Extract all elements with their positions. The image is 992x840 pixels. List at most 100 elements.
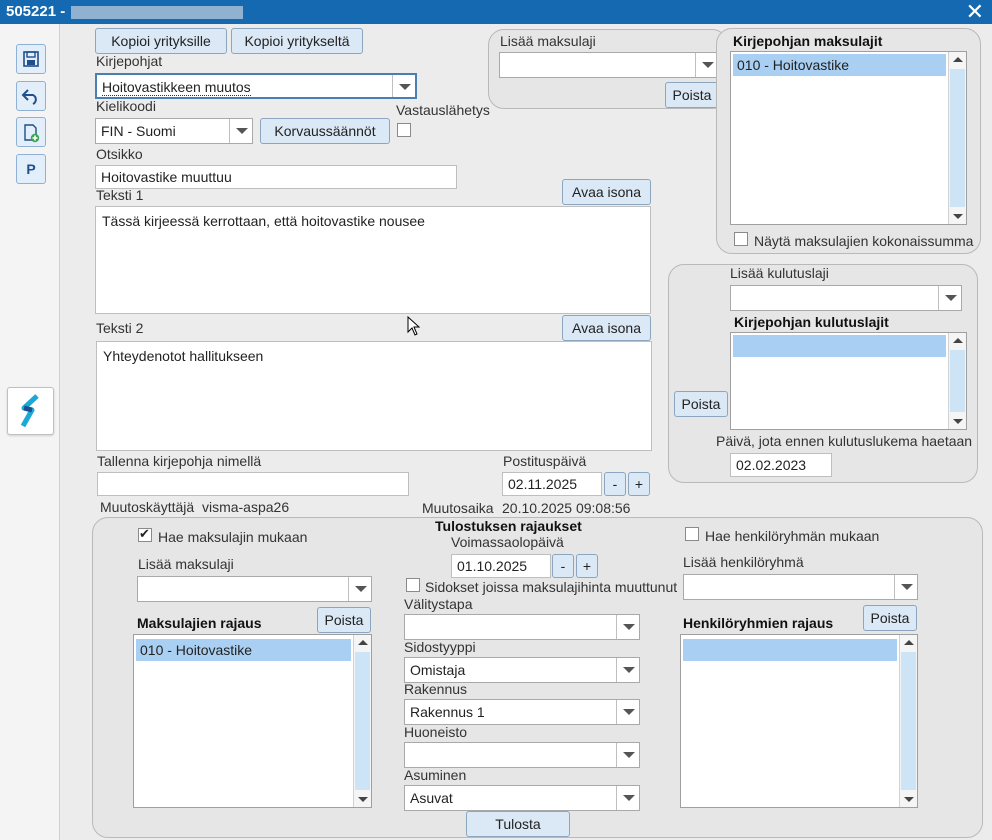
- korvaussaannot-button[interactable]: Korvaussäännöt: [260, 118, 390, 144]
- scroll-thumb[interactable]: [950, 350, 965, 412]
- consumption-date-input[interactable]: 02.02.2023: [730, 453, 832, 477]
- payment-limit-title: Maksulajien rajaus: [137, 615, 262, 631]
- list-item[interactable]: [683, 639, 897, 661]
- chevron-down-icon[interactable]: [392, 75, 415, 97]
- muutosaika-label: Muutosaika: [422, 500, 494, 516]
- template-consumption-title: Kirjepohjan kulutuslajit: [734, 314, 889, 330]
- add-payment-type-select[interactable]: [499, 52, 719, 78]
- sidostyyppi-select[interactable]: Omistaja: [404, 657, 640, 683]
- muutoskayttaja-label: Muutoskäyttäjä visma-aspa26: [100, 499, 290, 515]
- print-button[interactable]: Tulosta: [466, 811, 570, 837]
- validity-plus-button[interactable]: +: [576, 554, 598, 578]
- scroll-down-icon[interactable]: [354, 791, 372, 807]
- validity-date-input[interactable]: 01.10.2025: [451, 554, 551, 578]
- p-button[interactable]: P: [16, 154, 46, 184]
- muutosaika-value: 20.10.2025 09:08:56: [502, 500, 631, 516]
- remove-group-button[interactable]: Poista: [863, 605, 917, 631]
- show-totals-checkbox[interactable]: [734, 232, 748, 246]
- scrollbar[interactable]: [899, 635, 917, 807]
- add-payment-limit-select[interactable]: [137, 576, 372, 602]
- add-consumption-select[interactable]: [730, 285, 962, 311]
- kirjepohjat-select[interactable]: Hoitovastikkeen muutos: [95, 73, 417, 99]
- muutoskayttaja-value: visma-aspa26: [201, 499, 290, 515]
- main-content: Kopioi yrityksille Kopioi yritykseltä Ki…: [61, 24, 992, 840]
- scroll-up-icon[interactable]: [949, 333, 967, 349]
- scroll-down-icon[interactable]: [949, 208, 967, 224]
- kielikoodi-select[interactable]: FIN - Suomi: [95, 118, 253, 144]
- teksti1-textarea[interactable]: Tässä kirjeessä kerrottaan, että hoitova…: [95, 206, 651, 314]
- remove-payment-type-button[interactable]: Poista: [665, 82, 719, 108]
- chevron-down-icon[interactable]: [229, 119, 252, 143]
- otsikko-input[interactable]: Hoitovastike muuttuu: [95, 165, 457, 189]
- add-group-label: Lisää henkilöryhmä: [683, 554, 804, 570]
- add-payment-limit-label: Lisää maksulaji: [138, 556, 234, 572]
- save-button[interactable]: [16, 44, 46, 74]
- consumption-date-label: Päivä, jota ennen kulutuslukema haetaan: [716, 433, 973, 449]
- valitystapa-select[interactable]: [404, 614, 640, 640]
- template-payment-types-title: Kirjepohjan maksulajit: [733, 33, 883, 49]
- scroll-thumb[interactable]: [355, 652, 370, 790]
- scroll-up-icon[interactable]: [949, 52, 967, 68]
- new-document-icon: [24, 124, 40, 143]
- remove-consumption-button[interactable]: Poista: [674, 391, 728, 417]
- vastauslahetys-checkbox[interactable]: [397, 123, 411, 137]
- window-title: 505221 -: [6, 3, 244, 20]
- chevron-down-icon[interactable]: [695, 53, 718, 77]
- postituspaiva-minus-button[interactable]: -: [604, 472, 626, 496]
- valitystapa-label: Välitystapa: [404, 596, 473, 612]
- price-changed-checkbox[interactable]: [406, 578, 420, 592]
- title-bar: 505221 - ✕: [0, 0, 992, 24]
- huoneisto-label: Huoneisto: [404, 724, 468, 740]
- chevron-down-icon[interactable]: [894, 575, 917, 599]
- payment-limit-list[interactable]: 010 - Hoitovastike: [133, 634, 372, 808]
- asuminen-select[interactable]: Asuvat: [404, 785, 640, 811]
- scroll-thumb[interactable]: [950, 69, 965, 207]
- add-payment-type-label: Lisää maksulaji: [500, 33, 596, 49]
- list-item[interactable]: 010 - Hoitovastike: [136, 639, 351, 661]
- close-icon[interactable]: ✕: [966, 0, 984, 24]
- search-by-payment-checkbox[interactable]: [138, 526, 152, 542]
- chevron-down-icon[interactable]: [616, 615, 639, 639]
- new-document-button[interactable]: [16, 117, 46, 147]
- scroll-down-icon[interactable]: [900, 791, 918, 807]
- teksti2-textarea[interactable]: Yhteydenotot hallitukseen: [96, 341, 652, 451]
- scroll-thumb[interactable]: [901, 652, 916, 790]
- chevron-down-icon[interactable]: [616, 658, 639, 682]
- rakennus-select[interactable]: Rakennus 1: [404, 699, 640, 725]
- open-large-teksti1-button[interactable]: Avaa isona: [562, 179, 651, 205]
- search-by-group-checkbox[interactable]: [685, 527, 699, 541]
- undo-button[interactable]: [16, 81, 46, 111]
- template-payment-types-list[interactable]: 010 - Hoitovastike: [730, 51, 967, 225]
- teksti1-label: Teksti 1: [96, 187, 144, 203]
- scrollbar[interactable]: [353, 635, 371, 807]
- mouse-cursor-icon: [407, 316, 421, 336]
- huoneisto-select[interactable]: [404, 742, 640, 768]
- chevron-down-icon[interactable]: [938, 286, 961, 310]
- scroll-up-icon[interactable]: [900, 635, 918, 651]
- copy-to-companies-button[interactable]: Kopioi yrityksille: [95, 28, 227, 54]
- list-item[interactable]: 010 - Hoitovastike: [733, 54, 946, 76]
- add-group-select[interactable]: [683, 574, 918, 600]
- validity-minus-button[interactable]: -: [552, 554, 574, 578]
- save-as-input[interactable]: [97, 472, 409, 496]
- chevron-down-icon[interactable]: [616, 743, 639, 767]
- scrollbar[interactable]: [948, 333, 966, 429]
- copy-from-company-button[interactable]: Kopioi yritykseltä: [231, 28, 363, 54]
- remove-payment-limit-button[interactable]: Poista: [317, 607, 371, 633]
- chevron-down-icon[interactable]: [348, 577, 371, 601]
- template-consumption-list[interactable]: [730, 332, 967, 430]
- scroll-up-icon[interactable]: [354, 635, 372, 651]
- postituspaiva-plus-button[interactable]: +: [628, 472, 650, 496]
- scroll-down-icon[interactable]: [949, 413, 967, 429]
- scrollbar[interactable]: [948, 52, 966, 224]
- chevron-down-icon[interactable]: [616, 786, 639, 810]
- open-large-teksti2-button[interactable]: Avaa isona: [562, 315, 651, 341]
- left-toolbar: P: [0, 24, 60, 840]
- asuminen-label: Asuminen: [404, 767, 467, 783]
- list-item[interactable]: [733, 335, 946, 357]
- price-changed-label: Sidokset joissa maksulajihinta muuttunut: [425, 579, 678, 595]
- show-totals-label: Näytä maksulajien kokonaissumma: [754, 233, 974, 249]
- group-limit-list[interactable]: [680, 634, 918, 808]
- chevron-down-icon[interactable]: [616, 700, 639, 724]
- postituspaiva-input[interactable]: 02.11.2025: [502, 472, 602, 496]
